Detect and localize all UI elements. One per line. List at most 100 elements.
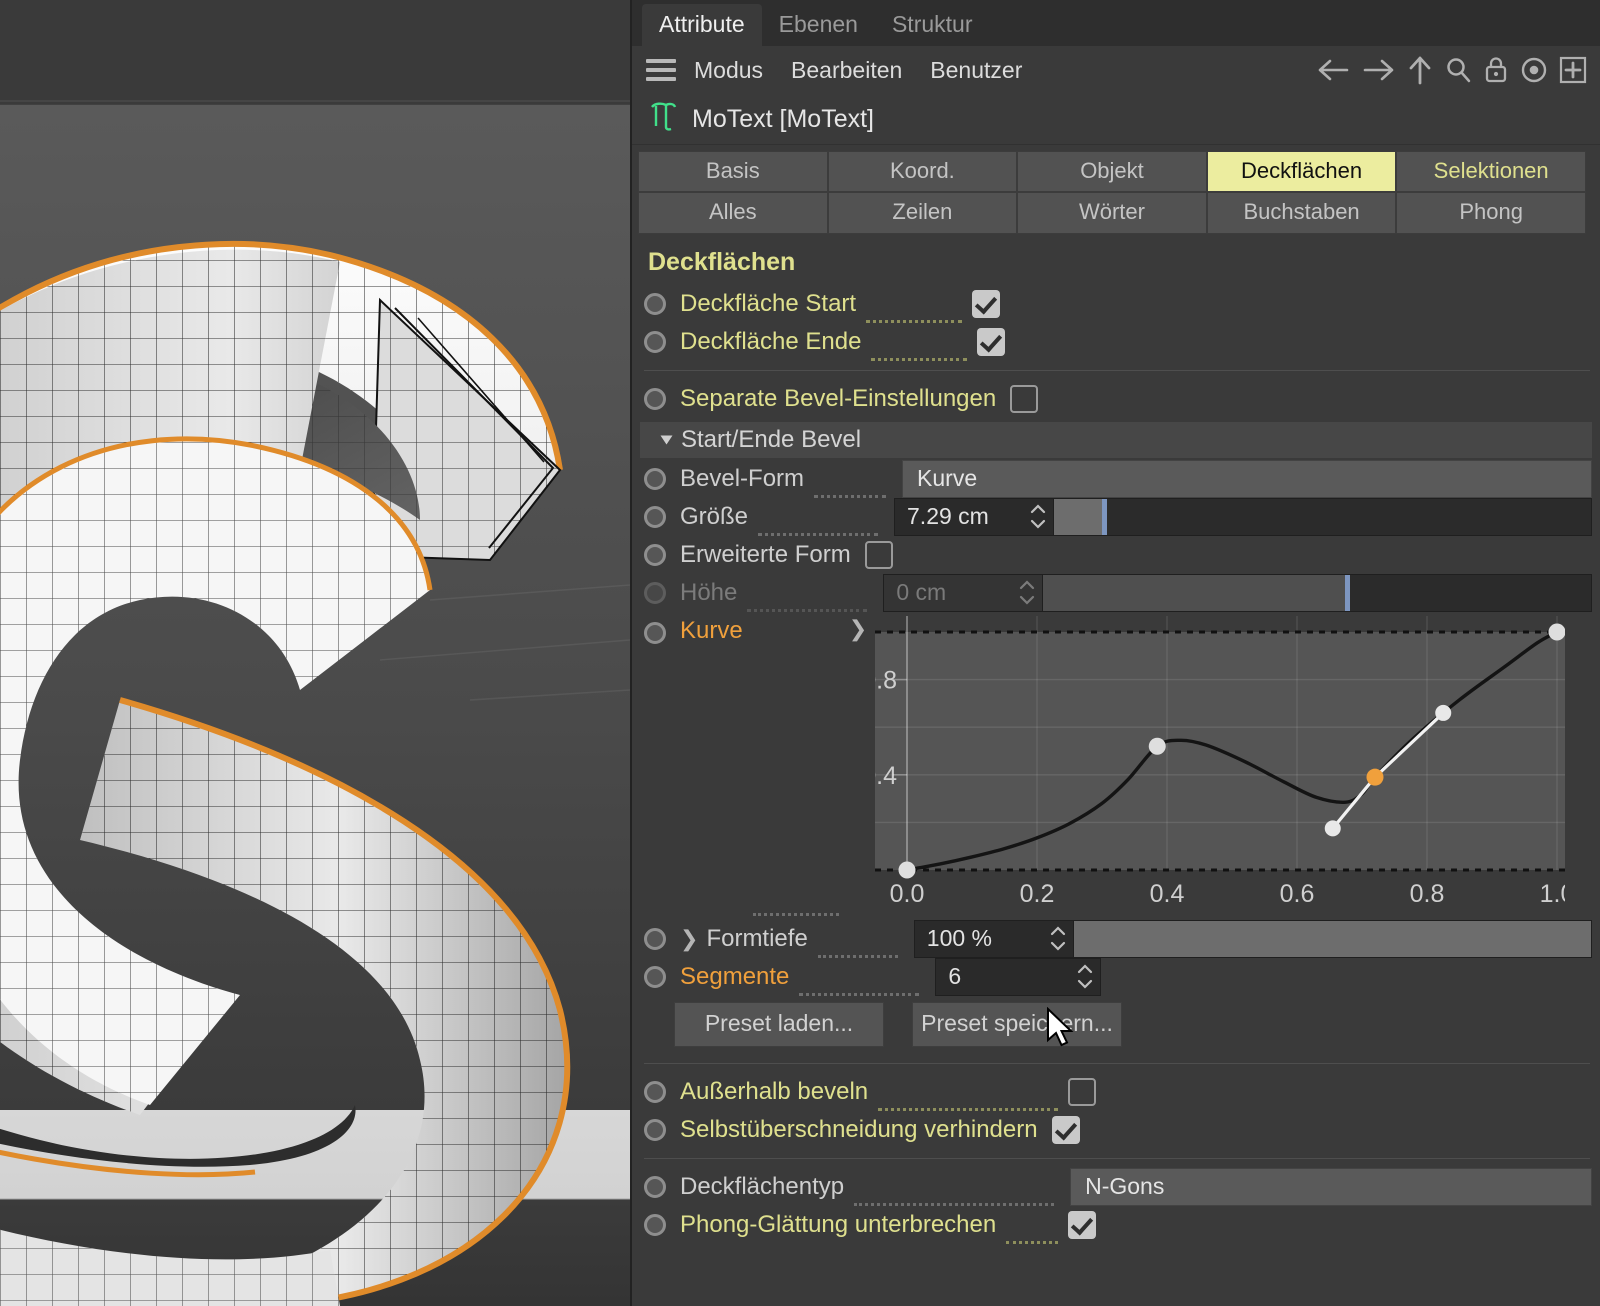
checkbox-phong-unterbrechen[interactable] [1068, 1210, 1097, 1239]
value-segmente: 6 [948, 963, 962, 990]
back-arrow-icon[interactable] [1316, 56, 1352, 84]
attrtab-selektionen[interactable]: Selektionen [1396, 151, 1586, 193]
checkbox-separate-bevel[interactable] [1010, 384, 1039, 413]
row-deckflaechentyp: Deckflächentyp N-Gons [632, 1167, 1600, 1206]
viewport-3d[interactable] [0, 0, 630, 1306]
label-ausserhalb-beveln: Außerhalb beveln [680, 1077, 869, 1105]
menu-hamburger-icon[interactable] [646, 59, 676, 81]
row-formtiefe: ❯ Formtiefe 100 % [632, 919, 1600, 958]
input-hoehe: 0 cm [883, 573, 1044, 612]
param-knob-segmente[interactable] [644, 965, 666, 988]
bevel-curve-graph[interactable]: 0.4 0.8 0.0 0.2 0.4 0.6 0.8 1.0 [875, 615, 1566, 918]
label-deckflaeche-start: Deckfläche Start [680, 289, 857, 317]
attribute-tabs-row-1: Basis Koord. Objekt Deckflächen Selektio… [638, 151, 1586, 193]
checkbox-selbstueberschneidung[interactable] [1051, 1115, 1080, 1144]
tab-attribute[interactable]: Attribute [642, 3, 762, 46]
leader-dots [758, 524, 879, 536]
search-icon[interactable] [1443, 55, 1473, 85]
value-groesse: 7.29 cm [907, 503, 989, 530]
select-bevel-form[interactable]: Kurve [902, 459, 1592, 498]
input-groesse[interactable]: 7.29 cm [894, 497, 1055, 536]
menu-benutzer[interactable]: Benutzer [930, 57, 1022, 84]
label-separate-bevel: Separate Bevel-Einstellungen [680, 384, 997, 412]
param-knob-formtiefe[interactable] [644, 927, 666, 950]
subgroup-label: Start/Ende Bevel [681, 425, 862, 453]
expand-kurve-icon[interactable]: ❯ [849, 616, 867, 642]
param-knob-selbstueberschneidung[interactable] [644, 1118, 666, 1141]
param-knob-phong-unterbrechen[interactable] [644, 1213, 666, 1236]
param-knob-deckflaechentyp[interactable] [644, 1175, 666, 1198]
param-knob-groesse[interactable] [644, 505, 666, 528]
row-selbstueberschneidung: Selbstüberschneidung verhindern [632, 1111, 1600, 1149]
preset-laden-button[interactable]: Preset laden... [674, 1001, 884, 1047]
attrtab-basis[interactable]: Basis [638, 151, 828, 193]
tab-ebenen[interactable]: Ebenen [762, 4, 875, 46]
param-knob-deckflaeche-ende[interactable] [644, 330, 666, 353]
svg-text:0.8: 0.8 [1410, 880, 1445, 908]
param-knob-separate-bevel[interactable] [644, 387, 666, 410]
attrtab-objekt[interactable]: Objekt [1017, 151, 1207, 193]
menu-modus[interactable]: Modus [694, 57, 763, 84]
attrtab-deckflaechen[interactable]: Deckflächen [1206, 151, 1397, 193]
svg-text:1.0: 1.0 [1540, 880, 1565, 908]
menu-bearbeiten[interactable]: Bearbeiten [791, 57, 902, 84]
checkbox-ausserhalb-beveln[interactable] [1068, 1077, 1097, 1106]
stepper-groesse[interactable] [1029, 504, 1047, 529]
row-kurve: Kurve ❯ 0.4 0.8 0.0 0.2 0.4 0.6 0.8 1.0 [632, 612, 1600, 918]
param-knob-deckflaeche-start[interactable] [644, 292, 666, 315]
svg-text:0.4: 0.4 [875, 761, 897, 789]
slider-groesse[interactable] [1054, 497, 1592, 536]
param-knob-bevel-form[interactable] [644, 467, 666, 490]
attrtab-koord[interactable]: Koord. [827, 151, 1018, 193]
checkbox-erweiterte-form[interactable] [864, 540, 893, 569]
attrtab-phong[interactable]: Phong [1396, 192, 1586, 234]
checkbox-deckflaeche-ende[interactable] [977, 327, 1006, 356]
attrtab-zeilen[interactable]: Zeilen [827, 192, 1018, 234]
input-segmente[interactable]: 6 [935, 957, 1102, 996]
param-knob-hoehe [644, 581, 666, 604]
add-box-icon[interactable] [1558, 55, 1588, 85]
divider [644, 369, 1590, 371]
chevron-down-icon [660, 435, 673, 445]
leader-dots [752, 904, 839, 916]
lock-icon[interactable] [1482, 55, 1510, 85]
row-groesse: Größe 7.29 cm [632, 497, 1600, 536]
forward-arrow-icon[interactable] [1361, 56, 1397, 84]
field-hoehe: 0 cm [883, 573, 1592, 612]
stepper-hoehe [1018, 580, 1036, 605]
param-knob-erweiterte-form[interactable] [644, 543, 666, 566]
divider [644, 1062, 1590, 1064]
stepper-formtiefe[interactable] [1049, 926, 1067, 951]
field-segmente: 6 [935, 957, 1102, 996]
panel-menubar: Modus Bearbeiten Benutzer [632, 46, 1600, 94]
row-ausserhalb-beveln: Außerhalb beveln [632, 1073, 1600, 1111]
preset-speichern-button[interactable]: Preset speichern... [912, 1001, 1122, 1047]
row-phong-unterbrechen: Phong-Glättung unterbrechen [632, 1206, 1600, 1244]
subgroup-start-ende-bevel[interactable]: Start/Ende Bevel [640, 421, 1592, 458]
tab-struktur[interactable]: Struktur [875, 4, 990, 46]
param-knob-ausserhalb-beveln[interactable] [644, 1080, 666, 1103]
stepper-segmente[interactable] [1076, 964, 1094, 989]
row-segmente: Segmente 6 [632, 957, 1600, 996]
expand-formtiefe-icon[interactable]: ❯ [680, 926, 698, 952]
svg-text:0.4: 0.4 [1150, 880, 1185, 908]
record-target-icon[interactable] [1519, 55, 1549, 85]
attrtab-alles[interactable]: Alles [638, 192, 828, 234]
leader-dots [871, 349, 968, 361]
select-deckflaechentyp[interactable]: N-Gons [1070, 1167, 1592, 1206]
attrtab-woerter[interactable]: Wörter [1017, 192, 1207, 234]
input-formtiefe[interactable]: 100 % [913, 919, 1074, 958]
object-name: MoText [MoText] [692, 104, 874, 133]
label-kurve: Kurve [680, 616, 743, 644]
slider-formtiefe[interactable] [1073, 919, 1592, 958]
row-separate-bevel: Separate Bevel-Einstellungen [632, 380, 1600, 418]
up-arrow-icon[interactable] [1406, 54, 1434, 86]
curve-editor[interactable]: 0.4 0.8 0.0 0.2 0.4 0.6 0.8 1.0 [875, 615, 1586, 918]
leader-dots [747, 600, 868, 612]
attrtab-buchstaben[interactable]: Buchstaben [1206, 192, 1397, 234]
checkbox-deckflaeche-start[interactable] [972, 289, 1001, 318]
attribute-tabs-row-2: Alles Zeilen Wörter Buchstaben Phong [638, 192, 1586, 234]
object-header[interactable]: MoText [MoText] [632, 94, 1600, 145]
param-knob-kurve[interactable] [644, 621, 666, 644]
letter-s-mesh [0, 241, 630, 1306]
